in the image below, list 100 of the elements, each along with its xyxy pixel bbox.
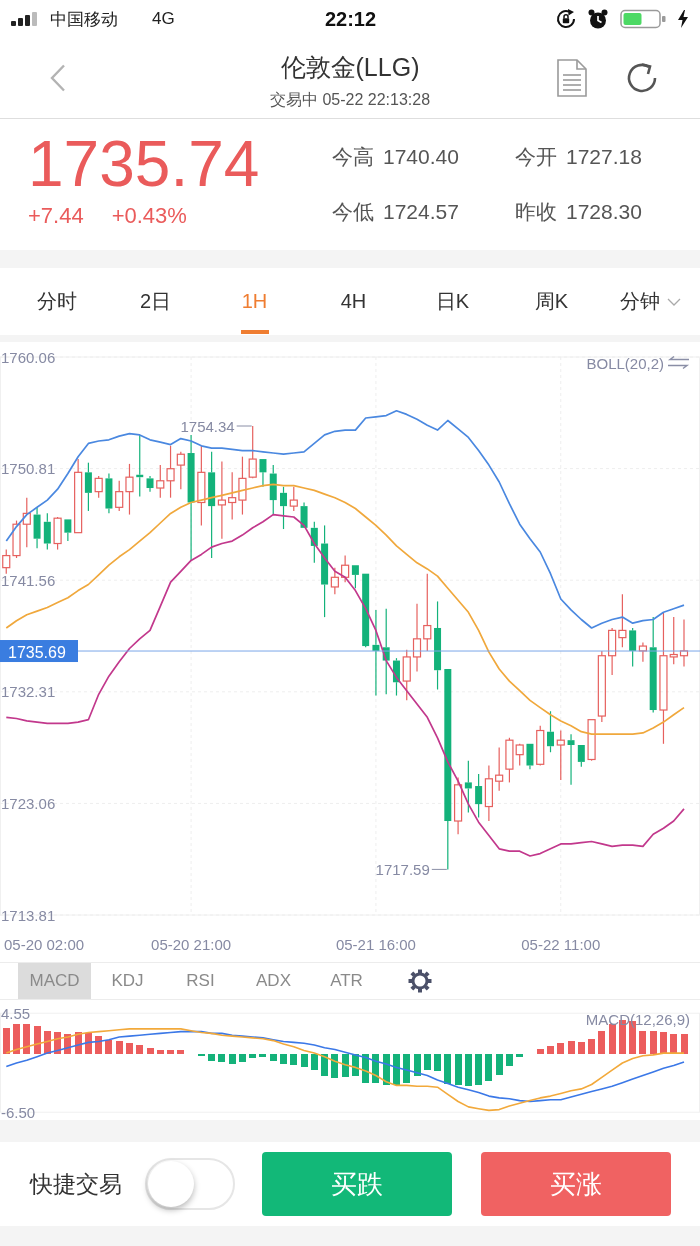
- candlestick: [484, 764, 493, 822]
- trading-status-time: 交易中 05-22 22:13:28: [269, 90, 431, 110]
- candlestick: [22, 497, 31, 548]
- candlestick: [259, 458, 267, 488]
- histogram-bar: [506, 1054, 513, 1066]
- buy-down-button[interactable]: 买跌: [262, 1152, 452, 1216]
- indicator-tab[interactable]: ATR: [310, 963, 383, 999]
- candlestick: [547, 710, 554, 753]
- stat-value: 1724.57: [383, 199, 459, 224]
- stat-value: 1728.30: [566, 199, 642, 224]
- candlestick: [679, 618, 689, 668]
- histogram-bar: [424, 1054, 431, 1071]
- candlestick: [341, 555, 350, 583]
- histogram-bar: [249, 1054, 256, 1058]
- candlestick: [536, 725, 545, 767]
- histogram-bar: [444, 1054, 451, 1084]
- document-icon[interactable]: [557, 59, 587, 97]
- start-time-label: 05-20 02:00: [4, 935, 85, 953]
- histogram-bar: [383, 1054, 390, 1086]
- candlestick: [412, 603, 422, 672]
- candlestick: [53, 516, 62, 551]
- histogram-bar: [331, 1054, 338, 1079]
- histogram-bar: [13, 1024, 20, 1054]
- toggle-switch[interactable]: [145, 1158, 235, 1210]
- candlestick: [248, 425, 257, 479]
- candlestick: [136, 434, 144, 498]
- histogram-bar: [516, 1054, 523, 1057]
- histogram-bar: [352, 1054, 359, 1077]
- quick-trade-label: 快捷交易: [30, 1169, 123, 1199]
- indicator-tab[interactable]: ADX: [237, 963, 310, 999]
- histogram-bar: [537, 1048, 544, 1054]
- histogram-bar: [95, 1036, 102, 1054]
- histogram-bar: [157, 1049, 164, 1054]
- histogram-bar: [167, 1049, 174, 1054]
- candlestick: [310, 521, 318, 564]
- histogram-bar: [218, 1054, 225, 1063]
- candlestick: [280, 486, 287, 530]
- percent-change: +0.43%: [111, 202, 187, 230]
- settings-icon[interactable]: [406, 968, 433, 994]
- histogram-bar: [393, 1054, 400, 1086]
- histogram-bar: [547, 1045, 554, 1054]
- charging-bolt-icon: [678, 10, 688, 28]
- stat-label: 今高: [332, 143, 374, 170]
- histogram-bar: [64, 1034, 71, 1054]
- histogram-bar: [311, 1054, 318, 1071]
- histogram-bar: [116, 1041, 123, 1054]
- signal-icon: [11, 12, 39, 26]
- candlestick: [567, 733, 575, 786]
- candlestick: [289, 486, 298, 512]
- period-tab[interactable]: 分钟: [601, 268, 700, 335]
- axis-label: 1713.81: [1, 906, 56, 924]
- period-tab[interactable]: 4H: [304, 268, 403, 335]
- period-tab[interactable]: 日K: [403, 268, 502, 335]
- histogram-bar: [54, 1031, 61, 1054]
- stat-value: 1727.18: [566, 144, 642, 169]
- clock-time: 22:12: [324, 7, 377, 31]
- stat-label: 今低: [332, 198, 374, 225]
- histogram-bar: [147, 1047, 154, 1054]
- histogram-bar: [3, 1028, 10, 1054]
- indicator-tab[interactable]: RSI: [164, 963, 237, 999]
- histogram-bar: [75, 1031, 82, 1054]
- histogram-bar: [465, 1054, 472, 1087]
- histogram-bar: [403, 1054, 410, 1083]
- candlestick: [94, 475, 103, 499]
- buy-up-button[interactable]: 买涨: [481, 1152, 671, 1216]
- axis-label: 1741.56: [1, 571, 56, 589]
- candlestick: [228, 471, 237, 520]
- period-tab[interactable]: 2日: [106, 268, 205, 335]
- histogram-bar: [126, 1043, 133, 1054]
- battery-icon: [620, 9, 666, 29]
- histogram-bar: [475, 1054, 482, 1086]
- leader-line: [431, 868, 448, 870]
- stat-value: 1740.40: [383, 144, 459, 169]
- histogram-bar: [455, 1054, 462, 1086]
- indicator-tab[interactable]: KDJ: [91, 963, 164, 999]
- current-price-tag: 1735.69: [0, 640, 78, 662]
- period-tab[interactable]: 周K: [502, 268, 601, 335]
- histogram-bar: [434, 1054, 441, 1071]
- axis-label: 4.55: [1, 1004, 31, 1022]
- histogram-bar: [290, 1054, 297, 1065]
- histogram-bar: [34, 1026, 41, 1054]
- stat-label: 昨收: [515, 198, 557, 225]
- ref-line-label: 1735.69: [8, 643, 66, 661]
- back-chevron-icon[interactable]: [50, 64, 66, 92]
- histogram-bar: [136, 1045, 143, 1054]
- candlestick: [176, 451, 185, 490]
- candlestick: [556, 729, 565, 781]
- last-price: 1735.74: [28, 129, 261, 199]
- axis-label: -6.50: [1, 1103, 36, 1120]
- histogram-bar: [372, 1054, 379, 1083]
- period-tab[interactable]: 分时: [7, 268, 106, 335]
- refresh-icon[interactable]: [626, 62, 658, 94]
- network-type: 4G: [152, 9, 175, 29]
- candlestick: [608, 627, 617, 676]
- candlestick: [392, 657, 400, 697]
- extreme-price-label: 1754.34: [180, 417, 235, 435]
- indicator-tab[interactable]: MACD: [18, 963, 91, 999]
- indicator-label: MACD(12,26,9): [585, 1010, 690, 1028]
- histogram-bar: [270, 1054, 277, 1062]
- histogram-bar: [598, 1030, 605, 1054]
